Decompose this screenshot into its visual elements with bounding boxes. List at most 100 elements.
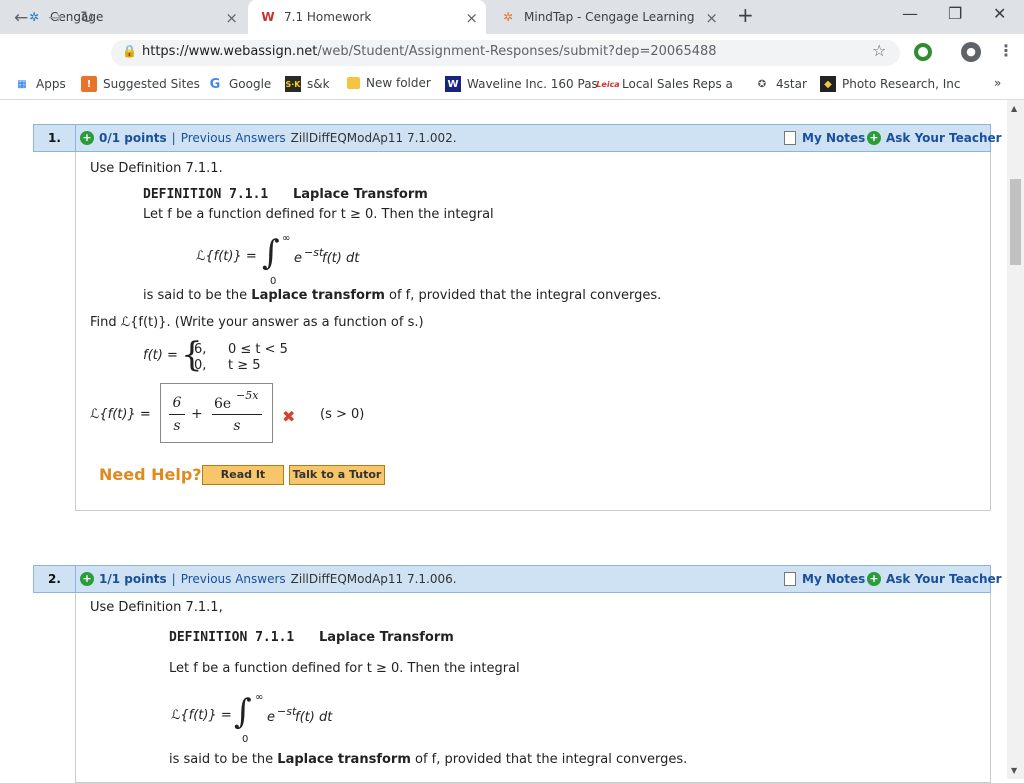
- case-2-value: 0,: [194, 358, 207, 373]
- question-intro: Use Definition 7.1.1,: [90, 600, 223, 615]
- incorrect-x-icon: ✖: [282, 407, 296, 426]
- google-icon: G: [209, 76, 221, 92]
- integral-upper: ∞: [282, 233, 291, 244]
- url-host: https://www.webassign.net: [142, 44, 318, 59]
- answer-denominator-1: s: [173, 418, 181, 434]
- bookmark-suggested-sites[interactable]: ! Suggested Sites: [81, 76, 200, 92]
- extension-icon[interactable]: [914, 43, 932, 61]
- definition-lhs: ℒ{f(t)} =: [196, 249, 257, 264]
- reload-button[interactable]: ↻: [80, 8, 94, 28]
- answer-numerator-1: 6: [172, 395, 182, 411]
- profile-avatar-icon[interactable]: ●: [961, 42, 981, 62]
- definition-said: is said to be the Laplace transform of f…: [143, 288, 661, 303]
- my-notes-link[interactable]: My Notes: [784, 131, 865, 145]
- question-2-header: 2. + 1/1 points | Previous Answers ZillD…: [33, 565, 1002, 593]
- bookmark-sk[interactable]: S·K s&k: [285, 76, 330, 92]
- definition-let: Let f be a function defined for t ≥ 0. T…: [169, 661, 520, 676]
- back-button[interactable]: ←: [14, 8, 28, 28]
- close-icon[interactable]: ×: [465, 9, 478, 27]
- said-post: of f, provided that the integral converg…: [389, 288, 662, 303]
- definition-label: DEFINITION 7.1.1: [169, 630, 295, 645]
- suggested-sites-icon: !: [81, 76, 97, 92]
- question-1-body: [75, 152, 991, 511]
- definition-lhs: ℒ{f(t)} =: [171, 708, 232, 723]
- lock-icon: 🔒: [122, 44, 137, 58]
- bookmark-label: Waveline Inc. 160 Pas: [467, 77, 598, 91]
- restore-button[interactable]: ❐: [948, 4, 962, 23]
- tab-homework[interactable]: W 7.1 Homework ×: [248, 0, 486, 34]
- minimize-button[interactable]: —: [902, 4, 918, 23]
- plus-icon: +: [867, 572, 881, 586]
- talk-to-tutor-button[interactable]: Talk to a Tutor: [289, 465, 385, 485]
- my-notes-label: My Notes: [802, 572, 866, 586]
- bookmark-label: New folder: [366, 76, 431, 90]
- previous-answers-link[interactable]: Previous Answers: [181, 572, 286, 586]
- bookmark-label: Local Sales Reps and: [622, 77, 732, 91]
- question-1-header: 1. + 0/1 points | Previous Answers ZillD…: [33, 124, 1002, 152]
- expand-plus-icon[interactable]: +: [80, 131, 94, 145]
- question-source: ZillDiffEQModAp11 7.1.002.: [290, 131, 457, 145]
- ask-teacher-label: Ask Your Teacher: [886, 572, 1002, 586]
- ask-teacher-label: Ask Your Teacher: [886, 131, 1002, 145]
- integral-base: e: [294, 251, 302, 266]
- expand-plus-icon[interactable]: +: [80, 572, 94, 586]
- definition-label: DEFINITION 7.1.1: [143, 187, 269, 202]
- bookmark-waveline[interactable]: W Waveline Inc. 160 Pas: [445, 76, 598, 92]
- ask-teacher-link[interactable]: + Ask Your Teacher: [867, 131, 1002, 145]
- separator: |: [171, 131, 176, 145]
- close-icon[interactable]: ×: [225, 9, 238, 27]
- find-prompt: Find ℒ{f(t)}. (Write your answer as a fu…: [90, 315, 424, 330]
- scrollbar-thumb[interactable]: [1010, 179, 1021, 265]
- url-text[interactable]: https://www.webassign.net/web/Student/As…: [142, 44, 717, 59]
- need-help-label: Need Help?: [99, 465, 202, 484]
- folder-icon: [347, 77, 360, 89]
- bookmark-local-sales-reps[interactable]: LeicaLocal Sales Reps and: [596, 76, 732, 92]
- answer-lhs: ℒ{f(t)} =: [90, 407, 151, 422]
- scroll-up-arrow-icon[interactable]: ▲: [1011, 104, 1017, 113]
- webassign-icon: W: [261, 10, 275, 24]
- question-number: 1.: [34, 125, 76, 151]
- close-icon[interactable]: ×: [705, 9, 718, 27]
- bookmark-photo-research[interactable]: ◆ Photo Research, Inc. -: [820, 76, 960, 92]
- bookmark-google[interactable]: G Google: [207, 76, 272, 92]
- definition-title: Laplace Transform: [319, 630, 454, 645]
- my-notes-link[interactable]: My Notes: [784, 572, 865, 586]
- ask-teacher-link[interactable]: + Ask Your Teacher: [867, 572, 1002, 586]
- said-pre: is said to be the: [169, 752, 274, 767]
- bookmark-new-folder[interactable]: New folder: [347, 76, 431, 90]
- points-link[interactable]: 0/1 points: [99, 131, 167, 145]
- window-close-button[interactable]: ✕: [993, 4, 1006, 23]
- tab-title: MindTap - Cengage Learning: [524, 10, 695, 24]
- bookmark-star-icon[interactable]: ☆: [872, 41, 886, 60]
- bookmark-apps[interactable]: ▦ Apps: [14, 76, 65, 92]
- forward-button[interactable]: →: [48, 8, 62, 28]
- read-it-button[interactable]: Read It: [202, 465, 284, 485]
- plus-icon: +: [867, 131, 881, 145]
- points-link[interactable]: 1/1 points: [99, 572, 167, 586]
- integral-tail: f(t) dt: [322, 251, 360, 266]
- note-icon: [784, 572, 796, 586]
- mindtap-icon: ✲: [502, 10, 514, 24]
- scroll-down-arrow-icon[interactable]: ▼: [1011, 766, 1017, 775]
- leica-icon: Leica: [596, 79, 620, 89]
- my-notes-label: My Notes: [802, 131, 866, 145]
- menu-icon[interactable]: ⋮: [998, 41, 1014, 60]
- said-bold: Laplace transform: [251, 288, 385, 303]
- said-bold: Laplace transform: [277, 752, 411, 767]
- case-1-condition: 0 ≤ t < 5: [228, 342, 288, 357]
- fraction-line: [169, 414, 185, 415]
- previous-answers-link[interactable]: Previous Answers: [181, 131, 286, 145]
- note-icon: [784, 131, 796, 145]
- 4star-icon: ✪: [757, 78, 767, 90]
- bookmark-4star[interactable]: ✪ 4star: [754, 76, 807, 92]
- said-pre: is said to be the: [143, 288, 248, 303]
- new-tab-button[interactable]: +: [737, 3, 754, 27]
- bookmarks-overflow-button[interactable]: »: [994, 76, 1001, 90]
- answer-numerator-2-exponent: −5x: [236, 389, 259, 402]
- definition-title: Laplace Transform: [293, 187, 428, 202]
- bookmark-label: 4star: [776, 77, 807, 91]
- definition-said: is said to be the Laplace transform of f…: [169, 752, 687, 767]
- question-source: ZillDiffEQModAp11 7.1.006.: [290, 572, 457, 586]
- integral-upper: ∞: [255, 692, 264, 703]
- tab-mindtap[interactable]: ✲ MindTap - Cengage Learning ×: [488, 0, 726, 34]
